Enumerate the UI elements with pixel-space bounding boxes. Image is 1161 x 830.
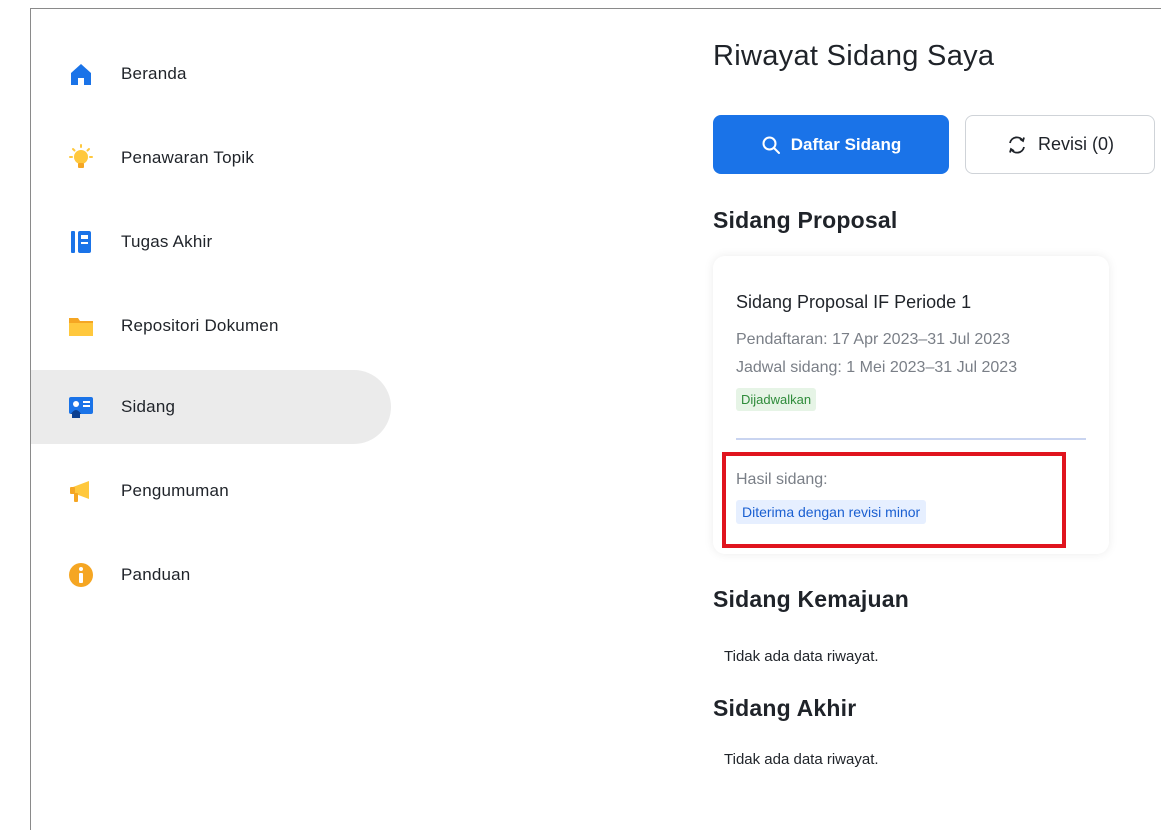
home-icon (71, 64, 91, 85)
revisi-button[interactable]: Revisi (0) (965, 115, 1155, 174)
card-divider (736, 438, 1086, 440)
search-icon (762, 136, 780, 154)
sidebar-item-beranda[interactable]: Beranda (31, 37, 391, 111)
sidebar-item-sidang[interactable]: Sidang (31, 370, 391, 444)
section-title-proposal: Sidang Proposal (713, 207, 898, 233)
sidebar-item-label: Sidang (121, 397, 176, 416)
page-title: Riwayat Sidang Saya (713, 40, 995, 72)
megaphone-icon (70, 481, 89, 502)
sidebar-item-label: Penawaran Topik (121, 148, 255, 167)
daftar-sidang-button[interactable]: Daftar Sidang (713, 115, 949, 174)
sidebar-item-penawaran-topik[interactable]: Penawaran Topik (31, 121, 391, 195)
sidebar-item-pengumuman[interactable]: Pengumuman (31, 454, 391, 528)
status-badge: Dijadwalkan (736, 388, 817, 411)
sidebar-item-panduan[interactable]: Panduan (31, 538, 391, 612)
sidebar-item-label: Pengumuman (121, 481, 229, 500)
section-title-kemajuan: Sidang Kemajuan (713, 586, 909, 612)
section-title-akhir: Sidang Akhir (713, 695, 857, 721)
notebook-icon (71, 231, 91, 253)
folder-icon (69, 318, 93, 336)
kemajuan-empty-text: Tidak ada data riwayat. (724, 648, 879, 665)
highlight-annotation-box (722, 452, 1066, 548)
sidebar: Beranda Penawaran Topik Tugas Akhir Repo… (31, 9, 411, 829)
revisi-label: Revisi (0) (1037, 134, 1114, 154)
lightbulb-icon (69, 144, 93, 168)
sidebar-item-repositori-dokumen[interactable]: Repositori Dokumen (31, 289, 391, 363)
refresh-icon (1009, 136, 1025, 153)
sidebar-item-label: Panduan (121, 565, 191, 584)
sidebar-item-label: Tugas Akhir (121, 232, 213, 251)
daftar-sidang-label: Daftar Sidang (790, 134, 902, 154)
card-title: Sidang Proposal IF Periode 1 (736, 292, 972, 312)
sidebar-item-tugas-akhir[interactable]: Tugas Akhir (31, 205, 391, 279)
akhir-empty-text: Tidak ada data riwayat. (724, 751, 879, 768)
info-icon (69, 563, 93, 587)
schedule-period: Jadwal sidang: 1 Mei 2023–31 Jul 2023 (736, 359, 1018, 376)
registration-period: Pendaftaran: 17 Apr 2023–31 Jul 2023 (736, 331, 1010, 348)
sidebar-item-label: Repositori Dokumen (121, 316, 279, 335)
sidebar-item-label: Beranda (121, 64, 187, 83)
presentation-icon (69, 397, 93, 418)
